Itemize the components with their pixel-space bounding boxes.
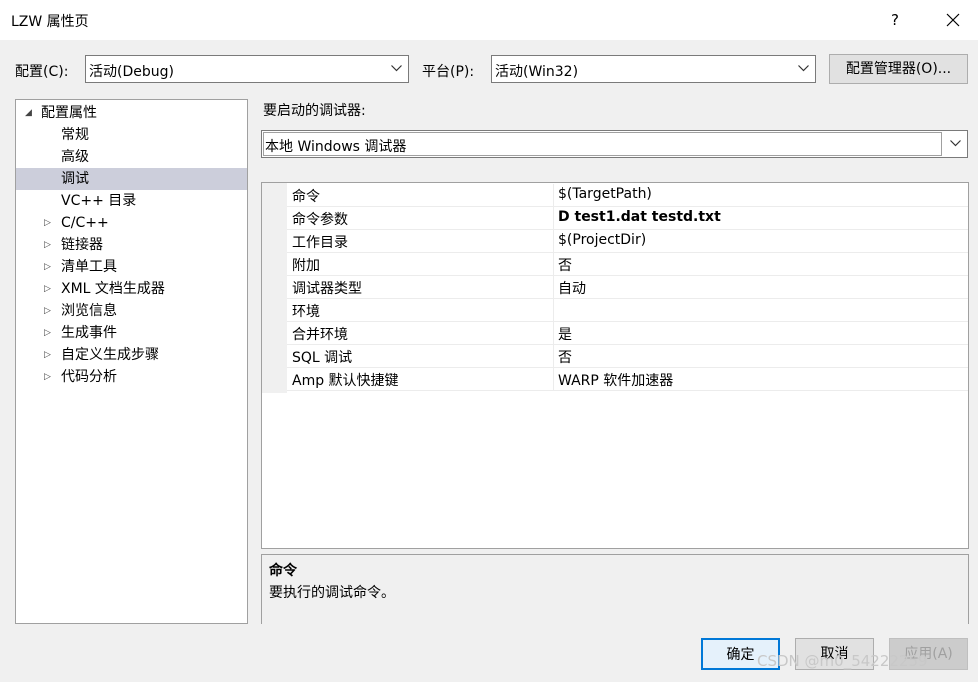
column-separator xyxy=(553,299,554,321)
column-separator xyxy=(553,368,554,390)
property-row-attach[interactable]: 附加 否 xyxy=(287,253,968,276)
property-tree: ◢ 配置属性 常规 高级 调试 VC++ 目录 ▷ C/C++ ▷ 链接器 ▷ … xyxy=(15,99,248,624)
tree-item-general[interactable]: 常规 xyxy=(16,124,247,146)
collapsed-triangle-icon[interactable]: ▷ xyxy=(44,366,51,388)
tree-item-label: 链接器 xyxy=(61,237,103,253)
tree-item-advanced[interactable]: 高级 xyxy=(16,146,247,168)
description-title: 命令 xyxy=(269,563,297,579)
tree-item-label: XML 文档生成器 xyxy=(61,281,165,297)
chevron-down-icon xyxy=(798,65,809,72)
property-value[interactable]: $(TargetPath) xyxy=(558,186,652,202)
tree-item-xml-doc-generator[interactable]: ▷ XML 文档生成器 xyxy=(16,278,247,300)
window-title: LZW 属性页 xyxy=(11,14,89,30)
tree-item-label: VC++ 目录 xyxy=(61,193,137,209)
property-name: 合并环境 xyxy=(292,327,348,343)
tree-item-browse-info[interactable]: ▷ 浏览信息 xyxy=(16,300,247,322)
tree-item-build-events[interactable]: ▷ 生成事件 xyxy=(16,322,247,344)
collapsed-triangle-icon[interactable]: ▷ xyxy=(44,212,51,234)
column-separator xyxy=(553,207,554,229)
watermark: CSDN @m0_54222259 xyxy=(757,652,928,670)
property-row-debugger-type[interactable]: 调试器类型 自动 xyxy=(287,276,968,299)
property-name: 工作目录 xyxy=(292,235,348,251)
config-select[interactable]: 活动(Debug) xyxy=(85,55,409,83)
expanded-triangle-icon[interactable]: ◢ xyxy=(25,102,32,124)
collapsed-triangle-icon[interactable]: ▷ xyxy=(44,344,51,366)
tree-item-label: 调试 xyxy=(61,171,89,187)
property-name: 调试器类型 xyxy=(292,281,362,297)
title-bar: LZW 属性页 ? xyxy=(0,0,978,40)
property-row-sql-debugging[interactable]: SQL 调试 否 xyxy=(287,345,968,368)
debugger-label: 要启动的调试器: xyxy=(263,103,366,119)
tree-item-cpp[interactable]: ▷ C/C++ xyxy=(16,212,247,234)
column-separator xyxy=(553,253,554,275)
property-row-merge-environment[interactable]: 合并环境 是 xyxy=(287,322,968,345)
help-button[interactable]: ? xyxy=(880,6,910,34)
property-row-amp-default-accelerator[interactable]: Amp 默认快捷键 WARP 软件加速器 xyxy=(287,368,968,391)
debugger-select[interactable]: 本地 Windows 调试器 xyxy=(261,130,968,158)
property-value[interactable]: 自动 xyxy=(558,278,586,298)
description-panel: 命令 要执行的调试命令。 xyxy=(261,554,969,624)
tree-item-label: 清单工具 xyxy=(61,259,117,275)
column-separator xyxy=(553,345,554,367)
chevron-down-icon xyxy=(950,140,961,147)
tree-item-label: 代码分析 xyxy=(61,369,117,385)
collapsed-triangle-icon[interactable]: ▷ xyxy=(44,256,51,278)
property-row-environment[interactable]: 环境 xyxy=(287,299,968,322)
platform-select[interactable]: 活动(Win32) xyxy=(491,55,816,83)
config-select-value: 活动(Debug) xyxy=(89,64,174,80)
tree-item-label: 高级 xyxy=(61,149,89,165)
property-name: 环境 xyxy=(292,304,320,320)
property-value[interactable]: D test1.dat testd.txt xyxy=(558,209,721,225)
grid-gutter xyxy=(262,183,287,393)
config-label: 配置(C): xyxy=(15,64,69,80)
tree-item-label: C/C++ xyxy=(61,215,109,231)
tree-item-config-properties[interactable]: ◢ 配置属性 xyxy=(16,102,247,124)
column-separator xyxy=(553,230,554,252)
tree-item-label: 自定义生成步骤 xyxy=(61,347,159,363)
property-grid: 命令 $(TargetPath) 命令参数 D test1.dat testd.… xyxy=(261,182,969,549)
close-button[interactable] xyxy=(936,6,970,34)
column-separator xyxy=(553,184,554,206)
property-value[interactable]: 否 xyxy=(558,347,572,367)
collapsed-triangle-icon[interactable]: ▷ xyxy=(44,322,51,344)
tree-item-label: 浏览信息 xyxy=(61,303,117,319)
tree-item-label: 常规 xyxy=(61,127,89,143)
property-row-working-directory[interactable]: 工作目录 $(ProjectDir) xyxy=(287,230,968,253)
property-value[interactable]: 否 xyxy=(558,255,572,275)
property-value[interactable]: WARP 软件加速器 xyxy=(558,370,673,390)
close-icon xyxy=(946,13,960,27)
property-name: SQL 调试 xyxy=(292,350,353,366)
config-manager-button[interactable]: 配置管理器(O)... xyxy=(829,54,968,84)
tree-item-debugging[interactable]: 调试 xyxy=(16,168,247,190)
tree-item-vcpp-directories[interactable]: VC++ 目录 xyxy=(16,190,247,212)
column-separator xyxy=(553,322,554,344)
collapsed-triangle-icon[interactable]: ▷ xyxy=(44,278,51,300)
tree-item-manifest-tool[interactable]: ▷ 清单工具 xyxy=(16,256,247,278)
property-value[interactable]: 是 xyxy=(558,324,572,344)
description-text: 要执行的调试命令。 xyxy=(269,585,395,601)
column-separator xyxy=(553,276,554,298)
property-row-command[interactable]: 命令 $(TargetPath) xyxy=(287,184,968,207)
collapsed-triangle-icon[interactable]: ▷ xyxy=(44,300,51,322)
tree-item-label: 生成事件 xyxy=(61,325,117,341)
property-name: 附加 xyxy=(292,258,320,274)
property-name: 命令参数 xyxy=(292,212,348,228)
platform-select-value: 活动(Win32) xyxy=(495,64,579,80)
tree-item-linker[interactable]: ▷ 链接器 xyxy=(16,234,247,256)
tree-item-label: 配置属性 xyxy=(41,105,97,121)
property-name: 命令 xyxy=(292,189,320,205)
tree-item-code-analysis[interactable]: ▷ 代码分析 xyxy=(16,366,247,388)
tree-item-custom-build-step[interactable]: ▷ 自定义生成步骤 xyxy=(16,344,247,366)
debugger-select-value: 本地 Windows 调试器 xyxy=(265,139,407,155)
property-row-command-arguments[interactable]: 命令参数 D test1.dat testd.txt xyxy=(287,207,968,230)
collapsed-triangle-icon[interactable]: ▷ xyxy=(44,234,51,256)
platform-label: 平台(P): xyxy=(422,64,475,80)
property-value[interactable]: $(ProjectDir) xyxy=(558,232,646,248)
property-name: Amp 默认快捷键 xyxy=(292,373,399,389)
chevron-down-icon xyxy=(391,65,402,72)
